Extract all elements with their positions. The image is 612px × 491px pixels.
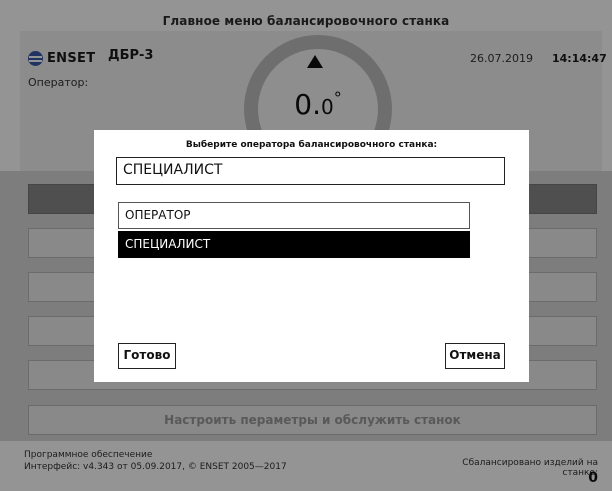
option-specialist[interactable]: СПЕЦИАЛИСТ [118,231,470,258]
selected-operator-field[interactable]: СПЕЦИАЛИСТ [116,157,505,185]
option-operator[interactable]: ОПЕРАТОР [118,202,470,229]
dialog-title: Выберите оператора балансировочного стан… [185,140,438,150]
done-button[interactable]: Готово [118,343,176,369]
cancel-button[interactable]: Отмена [445,343,505,369]
operator-select-dialog: Выберите оператора балансировочного стан… [94,130,529,382]
